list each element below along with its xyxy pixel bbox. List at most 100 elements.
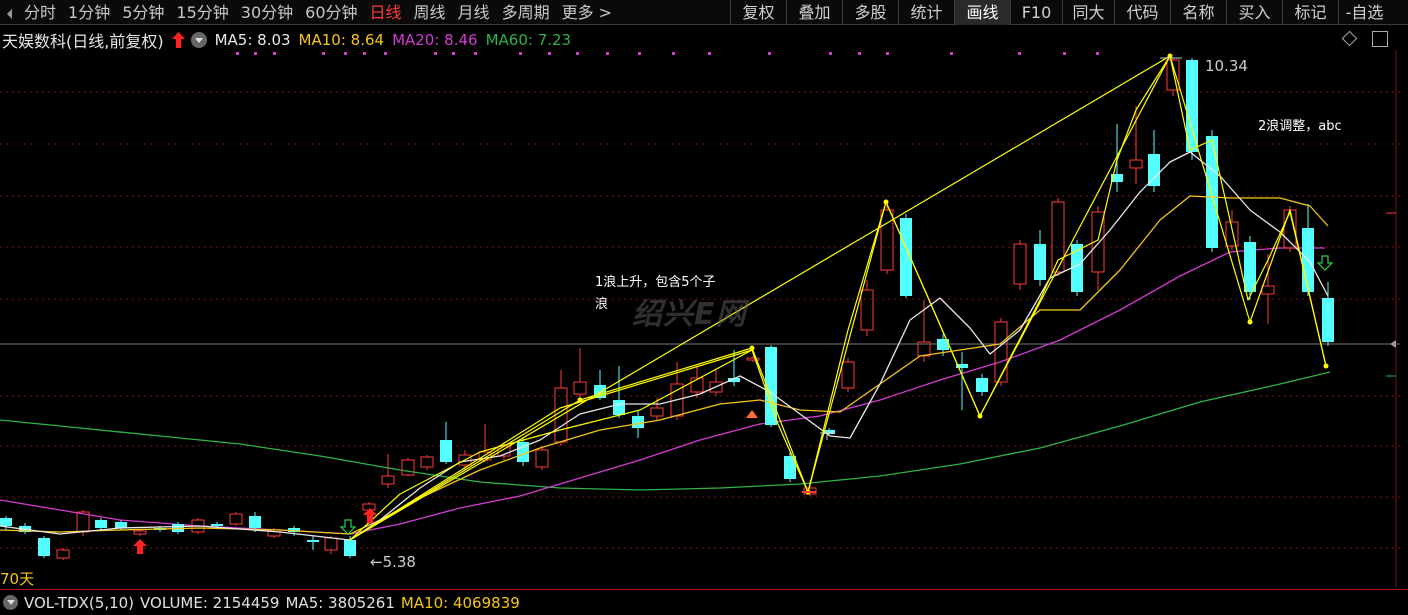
- candle-body: [249, 516, 261, 528]
- period-tab-3[interactable]: 15分钟: [170, 0, 234, 25]
- green-down-arrow-icon: [339, 519, 357, 535]
- signal-dot: [708, 52, 711, 55]
- function-tab-7[interactable]: 代码: [1114, 0, 1170, 25]
- signal-dot: [950, 52, 953, 55]
- period-tab-4[interactable]: 30分钟: [235, 0, 299, 25]
- orange-marker-icon: [746, 410, 758, 418]
- signal-dot: [829, 52, 832, 55]
- ma10-value: MA10: 8.64: [298, 31, 385, 49]
- candle-body: [1013, 243, 1027, 285]
- stock-title: 天娱数科(日线,前复权): [2, 32, 164, 51]
- function-tab-9[interactable]: 买入: [1226, 0, 1282, 25]
- signal-dot: [858, 52, 861, 55]
- signal-dot: [886, 52, 889, 55]
- signal-dot: [236, 52, 239, 55]
- signal-dot: [638, 52, 641, 55]
- period-tabs: 分时 1分钟 5分钟 15分钟 30分钟 60分钟 日线 周线 月线 多周期 更多 >: [0, 0, 618, 25]
- period-tab-9[interactable]: 多周期: [496, 0, 556, 25]
- function-tab-2[interactable]: 多股: [842, 0, 898, 25]
- signal-dot: [606, 52, 609, 55]
- wave-polyline: [349, 55, 1327, 541]
- red-up-arrow-icon: [133, 539, 147, 554]
- signal-dot: [1096, 52, 1099, 55]
- function-tabs: 复权 叠加 多股 统计 画线 F10 同大 代码 名称 买入 标记 -自选: [730, 0, 1390, 25]
- candle-body: [1322, 298, 1334, 342]
- candle-body: [229, 513, 243, 525]
- function-tab-0[interactable]: 复权: [730, 0, 786, 25]
- ma5-polyline: [0, 151, 1329, 541]
- candle-body: [746, 357, 760, 361]
- volume-ma5-value: MA5: 3805261: [285, 593, 395, 612]
- candle-body: [841, 361, 855, 389]
- wave-lines: [349, 53, 1329, 541]
- price-pointer-icon: [1390, 340, 1396, 348]
- signal-dot: [322, 52, 325, 55]
- signal-dot: [384, 52, 387, 55]
- square-icon[interactable]: [1372, 31, 1388, 47]
- candle-body: [440, 440, 452, 462]
- signal-dot: [434, 52, 437, 55]
- wave-vertex: [577, 397, 583, 403]
- function-tab-5[interactable]: F10: [1010, 0, 1062, 25]
- signal-dot: [519, 52, 522, 55]
- wave-vertex: [749, 345, 755, 351]
- candle-body: [401, 459, 415, 476]
- period-tab-2[interactable]: 5分钟: [116, 0, 170, 25]
- signal-dot: [254, 52, 257, 55]
- function-tab-8[interactable]: 名称: [1170, 0, 1226, 25]
- indicator-menu-icon[interactable]: [3, 595, 18, 610]
- period-tab-1[interactable]: 1分钟: [62, 0, 116, 25]
- candle-body: [344, 540, 356, 556]
- period-tab-8[interactable]: 月线: [452, 0, 496, 25]
- top-toolbar: 分时 1分钟 5分钟 15分钟 30分钟 60分钟 日线 周线 月线 多周期 更多 > 复权 叠加 多股…: [0, 0, 1408, 25]
- watermark: 绍兴E网: [632, 297, 747, 332]
- diamond-icon[interactable]: [1341, 30, 1358, 47]
- candle-body: [420, 456, 434, 468]
- candle-body: [976, 378, 988, 392]
- candle-body: [1244, 242, 1256, 292]
- signal-dot: [548, 52, 551, 55]
- function-tab-10[interactable]: 标记: [1282, 0, 1338, 25]
- volume-indicator-bar: VOL-TDX(5,10) VOLUME: 2154459 MA5: 38052…: [0, 589, 1408, 615]
- candle-body: [650, 407, 664, 417]
- wave-vertex: [1247, 319, 1253, 325]
- wave-vertex: [977, 413, 983, 419]
- volume-ma10-value: MA10: 4069839: [400, 593, 520, 612]
- function-tab-4[interactable]: 画线: [954, 0, 1010, 25]
- candle-body: [1148, 154, 1160, 186]
- candle-body: [860, 289, 874, 331]
- period-tab-5[interactable]: 60分钟: [299, 0, 363, 25]
- wave-polyline: [349, 55, 1171, 541]
- ma-menu-icon[interactable]: [190, 32, 207, 48]
- ma5-value: MA5: 8.03: [214, 31, 291, 49]
- ma60-line: [0, 371, 1331, 491]
- candle-body: [133, 530, 147, 535]
- candle-body: [994, 321, 1008, 383]
- candle-body: [1225, 221, 1239, 247]
- candle-body: [211, 524, 223, 526]
- candle-body: [1206, 136, 1218, 248]
- wave-polyline: [885, 201, 981, 417]
- function-tab-1[interactable]: 叠加: [786, 0, 842, 25]
- function-tab-3[interactable]: 统计: [898, 0, 954, 25]
- signal-dot: [1018, 52, 1021, 55]
- ma5-line: [0, 151, 1329, 541]
- function-tab-6[interactable]: 同大: [1062, 0, 1114, 25]
- period-tab-10[interactable]: 更多 >: [556, 0, 619, 25]
- signal-dot: [1063, 52, 1066, 55]
- period-tab-6[interactable]: 日线: [364, 0, 408, 25]
- wave2-annotation: 2浪调整，abc: [1258, 119, 1342, 134]
- function-tab-11[interactable]: -自选: [1338, 0, 1390, 25]
- signal-dot: [452, 52, 455, 55]
- left-arrow-icon[interactable]: [0, 0, 18, 25]
- candle-body: [95, 520, 107, 528]
- wave-vertex: [883, 199, 889, 205]
- period-tab-0[interactable]: 分时: [18, 0, 62, 25]
- low-price-label: ←5.38: [370, 553, 416, 571]
- period-tab-7[interactable]: 周线: [408, 0, 452, 25]
- volume-indicator-name[interactable]: VOL-TDX(5,10): [24, 594, 134, 612]
- candle-body: [307, 540, 319, 542]
- candle-body: [56, 549, 70, 559]
- signal-dot: [363, 52, 366, 55]
- candle-body: [0, 518, 12, 526]
